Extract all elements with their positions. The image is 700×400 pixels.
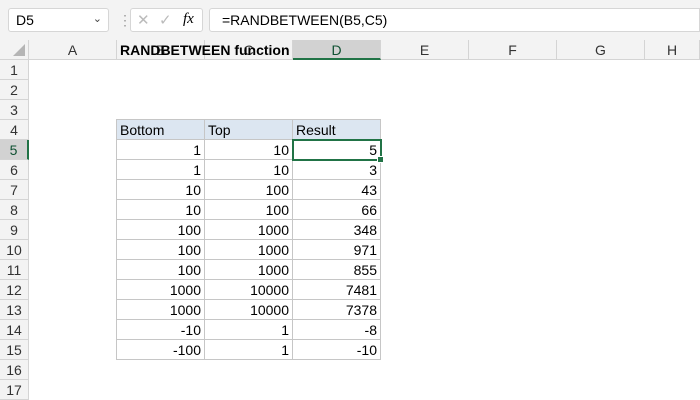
chevron-down-icon[interactable]: ⌄ xyxy=(93,12,102,25)
table-header-top[interactable]: Top xyxy=(204,119,293,140)
formula-input[interactable]: =RANDBETWEEN(B5,C5) xyxy=(209,8,700,32)
row-header-13[interactable]: 13 xyxy=(0,300,29,320)
row-header-6[interactable]: 6 xyxy=(0,160,29,180)
table-cell[interactable]: 855 xyxy=(292,259,381,280)
table-cell[interactable]: 10 xyxy=(204,139,293,160)
table-cell[interactable]: 1000 xyxy=(204,259,293,280)
table-cell[interactable]: 10 xyxy=(116,179,205,200)
row-header-4[interactable]: 4 xyxy=(0,120,29,140)
table-cell[interactable]: 43 xyxy=(292,179,381,200)
table-cell[interactable]: 7378 xyxy=(292,299,381,320)
column-header-a[interactable]: A xyxy=(29,40,117,60)
row-header-14[interactable]: 14 xyxy=(0,320,29,340)
table-cell[interactable]: 100 xyxy=(204,179,293,200)
table-cell[interactable]: 66 xyxy=(292,199,381,220)
table-cell[interactable]: 100 xyxy=(204,199,293,220)
table-cell[interactable]: 7481 xyxy=(292,279,381,300)
table-cell[interactable]: 100 xyxy=(116,219,205,240)
row-header-15[interactable]: 15 xyxy=(0,340,29,360)
table-cell[interactable]: 100 xyxy=(116,239,205,260)
table-cell[interactable]: -100 xyxy=(116,339,205,360)
insert-function-icon[interactable]: fx xyxy=(183,11,194,28)
name-box-value: D5 xyxy=(16,12,34,28)
row-header-10[interactable]: 10 xyxy=(0,240,29,260)
table-cell[interactable]: 1 xyxy=(116,159,205,180)
table-cell[interactable]: 100 xyxy=(116,259,205,280)
column-header-g[interactable]: G xyxy=(557,40,645,60)
table-cell[interactable]: 1000 xyxy=(204,239,293,260)
table-cell[interactable]: 348 xyxy=(292,219,381,240)
table-cell[interactable]: 1 xyxy=(116,139,205,160)
formula-bar: D5 ⌄ ⋮ ✕ ✓ fx =RANDBETWEEN(B5,C5) xyxy=(0,0,700,40)
select-all-button[interactable] xyxy=(0,40,29,60)
column-header-d[interactable]: D xyxy=(293,40,381,60)
table-cell[interactable]: 10 xyxy=(116,199,205,220)
table-cell[interactable]: 1 xyxy=(204,339,293,360)
formula-buttons: ✕ ✓ fx xyxy=(130,8,203,32)
row-header-9[interactable]: 9 xyxy=(0,220,29,240)
sheet-title: RANDBETWEEN function xyxy=(120,42,290,58)
table-cell[interactable]: 971 xyxy=(292,239,381,260)
table-cell[interactable]: 3 xyxy=(292,159,381,180)
row-header-12[interactable]: 12 xyxy=(0,280,29,300)
row-header-1[interactable]: 1 xyxy=(0,60,29,80)
row-header-7[interactable]: 7 xyxy=(0,180,29,200)
enter-icon[interactable]: ✓ xyxy=(159,11,172,29)
row-header-2[interactable]: 2 xyxy=(0,80,29,100)
table-cell[interactable]: 1000 xyxy=(116,299,205,320)
row-header-16[interactable]: 16 xyxy=(0,360,29,380)
cancel-icon[interactable]: ✕ xyxy=(137,11,150,29)
table-cell[interactable]: 10000 xyxy=(204,279,293,300)
table-cell[interactable]: -10 xyxy=(116,319,205,340)
table-cell[interactable]: 1000 xyxy=(204,219,293,240)
table-cell[interactable]: 1000 xyxy=(116,279,205,300)
row-header-11[interactable]: 11 xyxy=(0,260,29,280)
column-header-f[interactable]: F xyxy=(469,40,557,60)
name-box[interactable]: D5 ⌄ xyxy=(8,8,109,32)
row-header-5[interactable]: 5 xyxy=(0,140,29,160)
table-cell[interactable]: -10 xyxy=(292,339,381,360)
table-cell[interactable]: -8 xyxy=(292,319,381,340)
table-cell[interactable]: 10000 xyxy=(204,299,293,320)
column-header-h[interactable]: H xyxy=(645,40,700,60)
row-header-17[interactable]: 17 xyxy=(0,380,29,400)
table-cell[interactable]: 5 xyxy=(292,139,381,160)
table-header-result[interactable]: Result xyxy=(292,119,381,140)
table-header-bottom[interactable]: Bottom xyxy=(116,119,205,140)
table-cell[interactable]: 1 xyxy=(204,319,293,340)
table-cell[interactable]: 10 xyxy=(204,159,293,180)
row-header-8[interactable]: 8 xyxy=(0,200,29,220)
row-header-3[interactable]: 3 xyxy=(0,100,29,120)
column-header-e[interactable]: E xyxy=(381,40,469,60)
